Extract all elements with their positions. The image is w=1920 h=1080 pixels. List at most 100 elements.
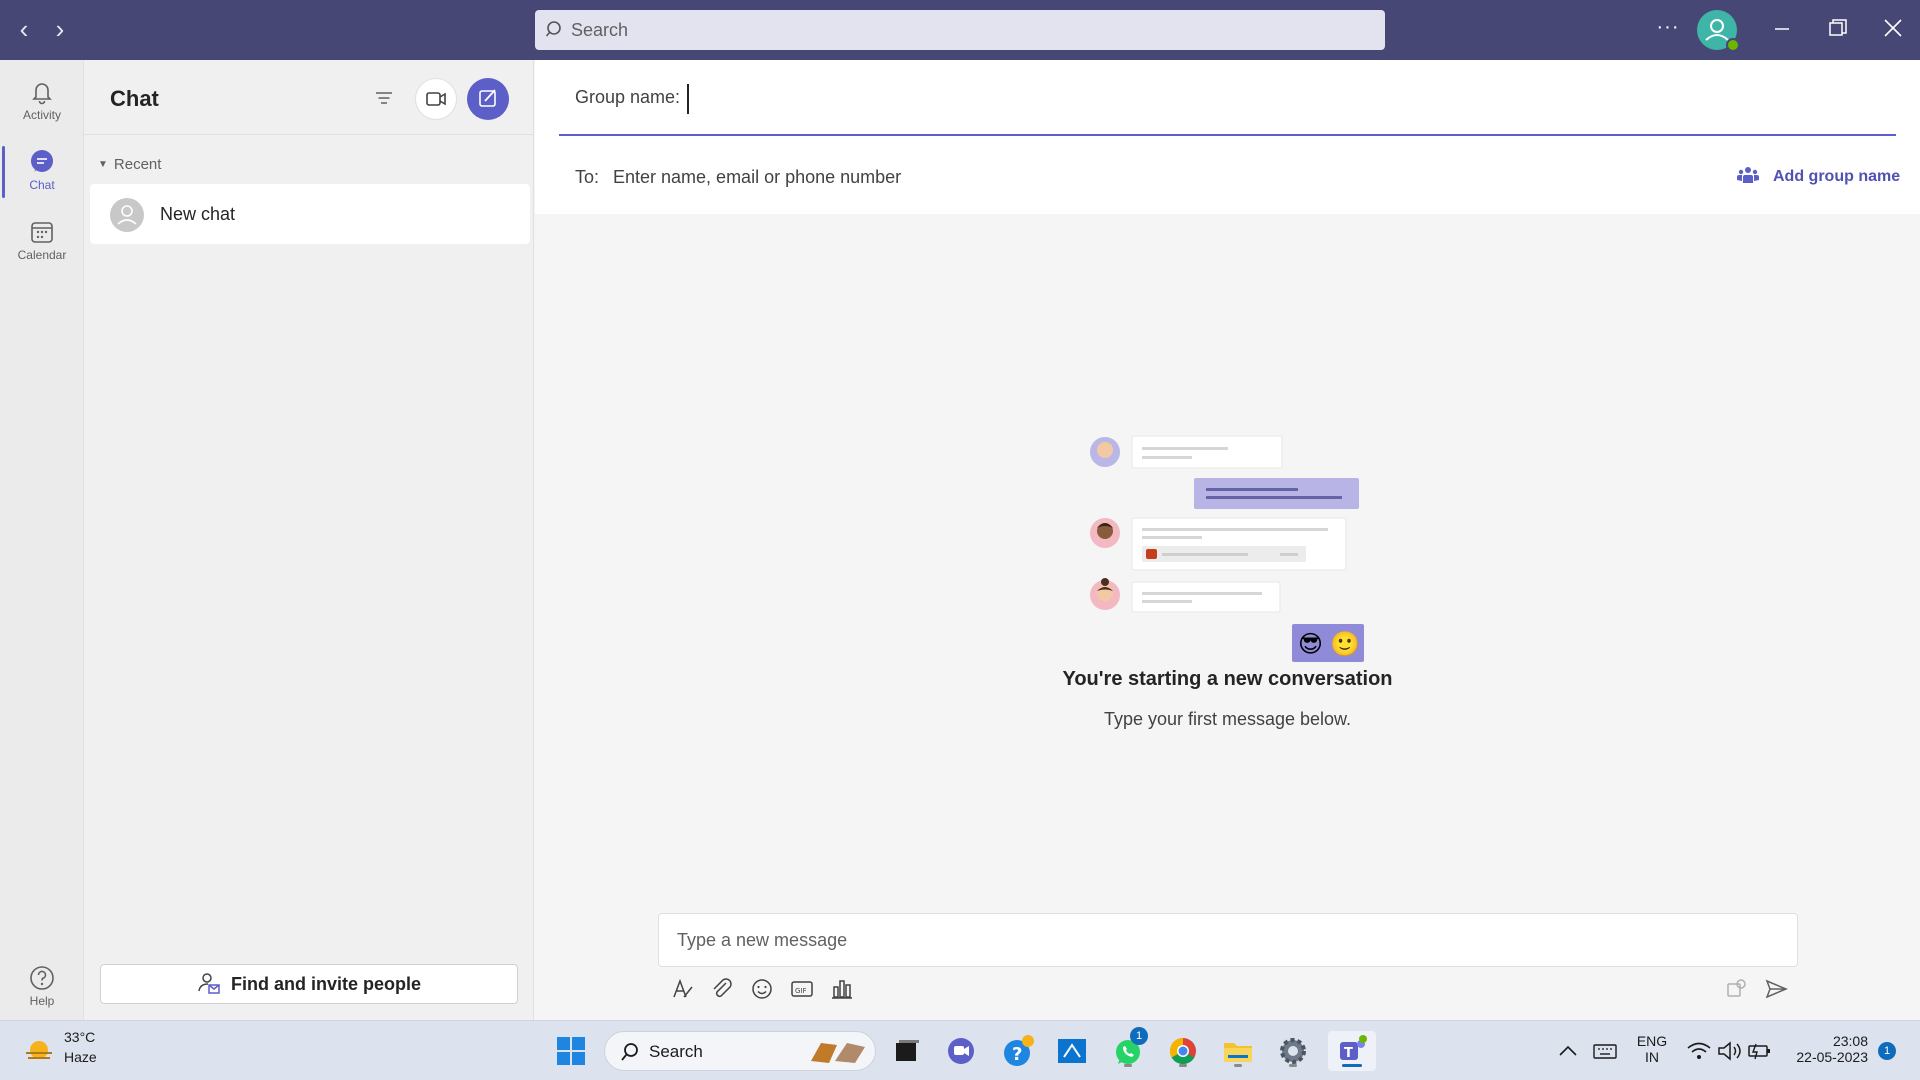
- attach-icon[interactable]: [706, 973, 738, 1005]
- taskbar-search-label: Search: [649, 1042, 703, 1061]
- rail-item-chat[interactable]: Chat: [0, 138, 84, 202]
- teams-taskbar-button[interactable]: T: [1328, 1031, 1376, 1071]
- keyboard-icon[interactable]: [1590, 1031, 1620, 1071]
- message-composer[interactable]: [658, 913, 1798, 967]
- volume-icon[interactable]: [1714, 1031, 1744, 1071]
- add-group-label: Add group name: [1773, 168, 1901, 185]
- clock-time: 23:08: [1832, 1033, 1868, 1049]
- wifi-icon[interactable]: [1684, 1031, 1714, 1071]
- notification-count-badge[interactable]: 1: [1878, 1042, 1896, 1060]
- video-camera-icon: [426, 92, 446, 106]
- recent-label: Recent: [113, 156, 162, 173]
- emoji-icon[interactable]: [746, 973, 778, 1005]
- recent-section-header[interactable]: ▼ Recent: [98, 156, 161, 173]
- language-line2: IN: [1645, 1049, 1659, 1065]
- sunglasses-emoji: 😎: [1298, 630, 1323, 658]
- help-icon: [30, 966, 54, 990]
- rail-item-calendar[interactable]: Calendar: [0, 208, 84, 272]
- windows-taskbar: 33°C Haze Search ? 1 T ENG IN 23:08 22-0…: [0, 1020, 1920, 1080]
- message-input[interactable]: [677, 914, 1777, 966]
- format-icon[interactable]: [666, 973, 698, 1005]
- back-arrow-icon[interactable]: ‹: [8, 14, 40, 46]
- empty-state-title: You're starting a new conversation: [1062, 668, 1393, 690]
- running-indicator: [1124, 1064, 1132, 1067]
- forward-arrow-icon[interactable]: ›: [44, 14, 76, 46]
- schedule-send-icon[interactable]: [1720, 973, 1752, 1005]
- battery-icon[interactable]: [1744, 1031, 1774, 1071]
- chat-list-item[interactable]: New chat: [90, 184, 530, 244]
- settings-taskbar-button[interactable]: [1273, 1031, 1313, 1071]
- compose-icon: [479, 89, 496, 107]
- search-icon: [621, 1043, 638, 1061]
- myhp-icon[interactable]: [1052, 1031, 1092, 1071]
- running-indicator: [1179, 1064, 1187, 1067]
- add-group-name-button[interactable]: Add group name: [1737, 162, 1900, 192]
- smile-emoji: 🙂: [1330, 630, 1360, 658]
- rail-item-activity[interactable]: Activity: [0, 68, 84, 132]
- svg-text:GIF: GIF: [795, 987, 807, 995]
- minimize-icon: [1775, 28, 1789, 30]
- gif-icon[interactable]: GIF: [786, 973, 818, 1005]
- invite-label: Find and invite people: [230, 974, 421, 994]
- person-icon: [117, 205, 137, 225]
- weather-condition: Haze: [64, 1049, 97, 1065]
- poll-icon[interactable]: [826, 973, 858, 1005]
- person-mail-icon: [198, 973, 220, 994]
- close-icon: [1884, 19, 1902, 37]
- conversation-illustration: 😎 🙂: [1090, 435, 1364, 662]
- calendar-icon: [31, 222, 53, 243]
- teams-chat-icon[interactable]: [941, 1031, 981, 1071]
- recipient-input[interactable]: [613, 161, 1513, 193]
- restore-icon: [1829, 19, 1847, 36]
- get-help-icon[interactable]: ?: [997, 1031, 1037, 1071]
- group-icon: [1737, 166, 1759, 183]
- clock[interactable]: 23:08 22-05-2023: [1782, 1033, 1868, 1065]
- running-indicator: [1234, 1064, 1242, 1067]
- profile-avatar[interactable]: [1697, 10, 1740, 52]
- whatsapp-badge: 1: [1130, 1027, 1148, 1045]
- composer-toolbar: GIF: [658, 973, 1798, 1007]
- task-view-icon[interactable]: [886, 1031, 926, 1071]
- chrome-taskbar-button[interactable]: [1163, 1031, 1203, 1071]
- group-name-underline: [559, 134, 1896, 136]
- more-options-button[interactable]: ···: [1652, 14, 1684, 46]
- send-icon[interactable]: [1760, 973, 1792, 1005]
- minimize-button[interactable]: [1762, 10, 1802, 50]
- pane-title: Chat: [110, 86, 159, 111]
- avatar: [110, 198, 144, 232]
- group-name-label: Group name:: [575, 87, 681, 107]
- avatar-man-icon: [1090, 518, 1120, 548]
- new-chat-button[interactable]: [467, 78, 509, 120]
- app-rail: Activity Chat Calendar Help: [0, 60, 84, 1020]
- rail-label: Chat: [29, 178, 55, 192]
- chevron-down-icon: ▼: [98, 159, 108, 170]
- new-chat-header: Group name: To: Add group name: [535, 60, 1920, 214]
- language-indicator[interactable]: ENG IN: [1630, 1033, 1674, 1065]
- divider: [84, 134, 534, 135]
- windows-start-icon[interactable]: [551, 1031, 591, 1071]
- empty-state-subtitle: Type your first message below.: [1103, 709, 1352, 729]
- avatar-woman-bun-icon: [1090, 578, 1120, 610]
- filter-button[interactable]: [366, 80, 402, 116]
- meet-now-button[interactable]: [415, 78, 457, 120]
- file-explorer-taskbar-button[interactable]: [1218, 1031, 1258, 1071]
- weather-temperature: 33°C: [64, 1029, 96, 1045]
- restore-button[interactable]: [1818, 10, 1858, 50]
- find-invite-people-button[interactable]: Find and invite people: [100, 964, 518, 1004]
- group-name-input[interactable]: [687, 84, 1487, 114]
- whatsapp-taskbar-button[interactable]: 1: [1108, 1027, 1148, 1071]
- filter-icon: [376, 92, 392, 104]
- rail-item-help[interactable]: Help: [0, 954, 84, 1018]
- chat-item-name: New chat: [160, 204, 236, 224]
- search-highlight-icon: [811, 1043, 865, 1063]
- chat-icon: [31, 150, 53, 172]
- global-search-box[interactable]: [535, 10, 1385, 50]
- taskbar-search[interactable]: Search: [604, 1031, 876, 1071]
- avatar-woman-icon: [1090, 437, 1120, 467]
- global-search-input[interactable]: [571, 10, 1351, 50]
- close-button[interactable]: [1873, 10, 1913, 50]
- bell-icon: [32, 83, 52, 105]
- chevron-up-icon[interactable]: [1554, 1031, 1582, 1071]
- chat-list-pane: Chat ▼ Recent New chat Find and invite p…: [84, 60, 534, 1020]
- running-indicator: [1289, 1064, 1297, 1067]
